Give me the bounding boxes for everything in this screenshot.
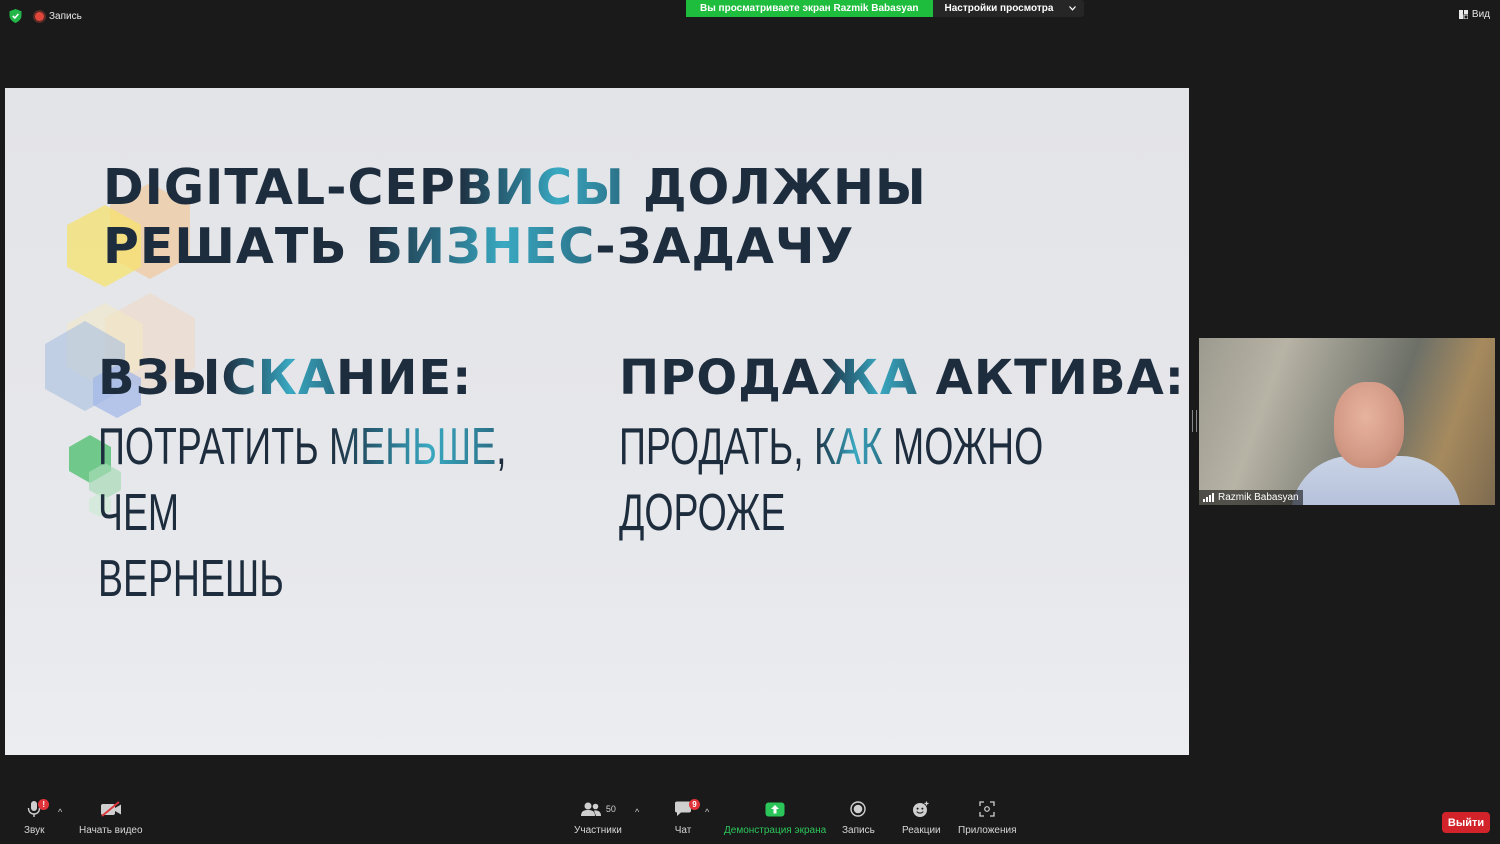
body-part: ДОРОЖЕ: [619, 484, 786, 542]
apps-button[interactable]: Приложения: [958, 795, 1017, 836]
slide-title: DIGITAL-СЕРВИСЫ ДОЛЖНЫ РЕШАТЬ БИЗНЕС-ЗАД…: [103, 158, 927, 276]
security-shield-icon[interactable]: [9, 9, 22, 23]
shared-screen-slide: DIGITAL-СЕРВИСЫ ДОЛЖНЫ РЕШАТЬ БИЗНЕС-ЗАД…: [5, 88, 1189, 755]
participant-name: Razmik Babasyan: [1218, 492, 1299, 503]
heading-part-highlight: ЖА: [820, 350, 918, 406]
chevron-down-icon: [1069, 6, 1077, 11]
chat-label: Чат: [674, 825, 692, 836]
start-video-button[interactable]: Начать видео: [79, 795, 143, 836]
chat-options-caret-icon[interactable]: ^: [705, 807, 709, 817]
body-part-highlight: КАК: [814, 418, 883, 476]
title-part-highlight: ВИСЫ: [455, 159, 625, 216]
body-part: ПРОДАТЬ,: [619, 418, 815, 476]
title-part: ДОЛЖНЫ: [624, 159, 927, 216]
share-screen-label: Демонстрация экрана: [724, 825, 827, 836]
signal-strength-icon: [1203, 493, 1214, 502]
heading-part: ВЗЫ: [98, 350, 222, 406]
left-column-heading: ВЗЫСКАНИЕ:: [98, 350, 472, 406]
viewing-screen-notice: Вы просматриваете экран Razmik Babasyan: [686, 0, 933, 17]
record-label: Запись: [842, 825, 875, 836]
view-button-label: Вид: [1471, 9, 1490, 20]
title-part-highlight: БИЗНЕС: [365, 218, 596, 275]
left-column-text: ПОТРАТИТЬ МЕНЬШЕ, ЧЕМ ВЕРНЕШЬ: [98, 414, 559, 612]
video-camera-off-icon: [100, 801, 121, 817]
title-part: -ЗАДАЧУ: [595, 218, 855, 275]
participants-icon: [580, 802, 601, 816]
view-button[interactable]: Вид: [1458, 9, 1490, 20]
view-settings-dropdown[interactable]: Настройки просмотра: [932, 0, 1085, 17]
participants-options-caret-icon[interactable]: ^: [635, 807, 639, 817]
recording-indicator[interactable]: Запись: [35, 9, 82, 23]
body-part: ВЕРНЕШЬ: [98, 550, 284, 608]
view-settings-label: Настройки просмотра: [944, 3, 1054, 14]
leave-meeting-button[interactable]: Выйти: [1442, 812, 1490, 833]
audio-warning-badge: !: [38, 799, 50, 810]
participant-name-tag: Razmik Babasyan: [1199, 490, 1303, 505]
emoji-reaction-icon: [913, 801, 929, 817]
audio-button[interactable]: ! Звук: [24, 795, 50, 836]
participant-video-tile[interactable]: Razmik Babasyan: [1199, 338, 1495, 505]
record-button[interactable]: Запись: [842, 795, 875, 836]
heading-part: АКТИВА:: [917, 350, 1185, 406]
body-part-highlight: МЕНЬШЕ: [329, 418, 497, 476]
title-part: РЕШАТЬ: [103, 218, 366, 275]
heading-part-highlight: СКА: [221, 350, 337, 406]
title-part: DIGITAL-СЕР: [103, 159, 456, 216]
heading-part: ПРОДА: [619, 350, 821, 406]
participant-face: [1334, 382, 1404, 468]
share-screen-icon: [765, 802, 785, 816]
layout-grid-icon: [1458, 10, 1468, 19]
audio-options-caret-icon[interactable]: ^: [58, 807, 62, 817]
record-dot-icon: [35, 11, 44, 21]
participants-count: 50: [605, 804, 616, 814]
top-bar: Запись Вы просматриваете экран Razmik Ba…: [0, 0, 1500, 32]
reactions-label: Реакции: [902, 825, 941, 836]
recording-label: Запись: [49, 10, 82, 22]
apps-icon: [979, 801, 995, 817]
chat-button[interactable]: 9 Чат: [674, 795, 700, 836]
screen-share-banner: Вы просматриваете экран Razmik Babasyan …: [686, 0, 1085, 17]
body-part: ПОТРАТИТЬ: [98, 418, 330, 476]
right-column-heading: ПРОДАЖА АКТИВА:: [619, 350, 1185, 406]
participants-button[interactable]: 50 Участники: [574, 795, 622, 836]
body-part: МОЖНО: [882, 418, 1044, 476]
audio-label: Звук: [24, 825, 45, 836]
apps-label: Приложения: [958, 825, 1017, 836]
record-icon: [850, 801, 867, 817]
chat-unread-badge: 9: [689, 799, 700, 810]
heading-part: НИЕ:: [336, 350, 473, 406]
meeting-toolbar: ! Звук ^ Начать видео 50 Участники ^ 9 Ч…: [0, 795, 1500, 844]
right-column-text: ПРОДАТЬ, КАК МОЖНО ДОРОЖЕ: [619, 414, 1080, 546]
start-video-label: Начать видео: [79, 825, 143, 836]
resize-handle[interactable]: [1192, 410, 1197, 432]
share-screen-button[interactable]: Демонстрация экрана: [724, 795, 826, 836]
participants-label: Участники: [574, 825, 622, 836]
reactions-button[interactable]: Реакции: [902, 795, 941, 836]
